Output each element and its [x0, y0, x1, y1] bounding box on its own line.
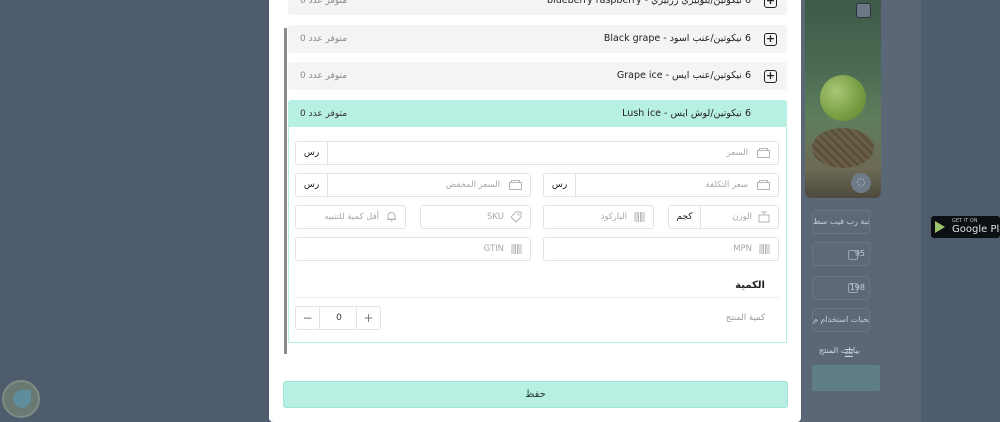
weight-placeholder: الوزن: [732, 212, 752, 222]
price-placeholder: السعر: [726, 148, 748, 158]
variants-modal: متوفر عدد 0 6 نيكوتين/بلوبيري رزبيري - b…: [269, 0, 801, 422]
variant-name: 6 نيكوتين/لوش ايس - Lush ice: [622, 108, 751, 119]
cost-price-field[interactable]: رس سعر التكلفة: [543, 173, 779, 197]
save-button[interactable]: حفظ: [283, 381, 788, 408]
variant-name: 6 نيكوتين/عنب اسود - Black grape: [603, 33, 751, 44]
tag-icon: [510, 211, 522, 223]
variant-availability: متوفر عدد 0: [300, 0, 348, 6]
min-quantity-alert-field[interactable]: أقل كمية للتنبيه: [295, 205, 406, 229]
section-divider: [295, 297, 779, 298]
expand-plus-icon[interactable]: +: [764, 0, 777, 8]
bell-icon: [387, 212, 396, 222]
google-play-text: Google Play: [952, 224, 1000, 235]
variant-row[interactable]: متوفر عدد 0 6 نيكوتين/عنب اسود - Black g…: [288, 25, 787, 53]
variant-availability: متوفر عدد 0: [300, 34, 348, 44]
min-quantity-placeholder: أقل كمية للتنبيه: [324, 212, 379, 222]
variant-row-expanded[interactable]: متوفر عدد 0 6 نيكوتين/لوش ايس - Lush ice: [288, 100, 787, 128]
decrement-button[interactable]: −: [296, 307, 320, 329]
sku-field[interactable]: SKU: [420, 205, 531, 229]
variant-name: 6 نيكوتين/عنب ايس - Grape ice: [616, 70, 751, 81]
money-icon: [757, 148, 770, 158]
sku-placeholder: SKU: [487, 212, 504, 222]
quantity-stepper[interactable]: − 0 +: [295, 306, 381, 330]
background-field-quantity: 95: [812, 242, 870, 266]
calendar-icon: [848, 283, 858, 293]
price-field[interactable]: رس السعر: [295, 141, 779, 165]
quantity-section-title: الكمية: [735, 280, 765, 291]
mpn-field[interactable]: MPN: [543, 237, 779, 261]
quantity-value[interactable]: 0: [320, 307, 358, 329]
sale-price-field[interactable]: رس السعر المخفض: [295, 173, 531, 197]
weight-unit-label[interactable]: كجم: [669, 206, 701, 228]
play-store-icon: [935, 221, 945, 233]
mpn-placeholder: MPN: [733, 244, 752, 254]
sliders-icon[interactable]: ☰: [844, 347, 854, 360]
background-field-name: سحبة رب فيب سط: [812, 210, 870, 234]
barcode-icon: [634, 212, 645, 222]
expand-plus-icon[interactable]: +: [764, 70, 777, 83]
variant-name: 6 نيكوتين/بلوبيري رزبيري - blueberry ras…: [547, 0, 751, 6]
background-field-number: 198: [812, 276, 870, 300]
weight-field[interactable]: كجم الوزن: [668, 205, 779, 229]
currency-label: رس: [296, 142, 328, 164]
expand-plus-icon[interactable]: +: [764, 33, 777, 46]
gtin-placeholder: GTIN: [483, 244, 504, 254]
variant-availability: متوفر عدد 0: [300, 71, 348, 81]
currency-label: رس: [296, 174, 328, 196]
image-zoom-icon[interactable]: ◌: [851, 173, 871, 193]
variant-row[interactable]: متوفر عدد 0 6 نيكوتين/بلوبيري رزبيري - b…: [288, 0, 787, 15]
barcode-placeholder: الباركود: [600, 212, 627, 222]
barcode-field[interactable]: الباركود: [543, 205, 654, 229]
quantity-label: كمية المنتج: [725, 313, 765, 323]
sale-price-placeholder: السعر المخفض: [445, 180, 500, 190]
google-play-badge[interactable]: GET IT ON Google Play: [931, 216, 1000, 238]
background-left-area: [0, 0, 269, 422]
product-select-checkbox[interactable]: [856, 3, 871, 18]
money-icon: [509, 180, 522, 190]
increment-button[interactable]: +: [356, 307, 380, 329]
modal-scrollbar[interactable]: [284, 28, 287, 354]
scale-icon: [758, 211, 770, 223]
cost-price-placeholder: سعر التكلفة: [705, 180, 749, 190]
product-image-apple: [820, 75, 866, 121]
currency-label: رس: [544, 174, 576, 196]
gtin-field[interactable]: GTIN: [295, 237, 531, 261]
support-chat-button[interactable]: [2, 380, 40, 418]
background-field-usage: سحبات استخدام م: [812, 308, 870, 332]
product-image-basket: [812, 128, 874, 168]
background-action-strip: [812, 365, 880, 391]
barcode-icon: [759, 244, 770, 254]
money-icon: [757, 180, 770, 190]
barcode-icon: [511, 244, 522, 254]
chat-logo-icon: [13, 390, 31, 408]
variant-availability: متوفر عدد 0: [300, 109, 348, 119]
box-icon: [848, 250, 858, 260]
variant-row[interactable]: متوفر عدد 0 6 نيكوتين/عنب ايس - Grape ic…: [288, 62, 787, 90]
